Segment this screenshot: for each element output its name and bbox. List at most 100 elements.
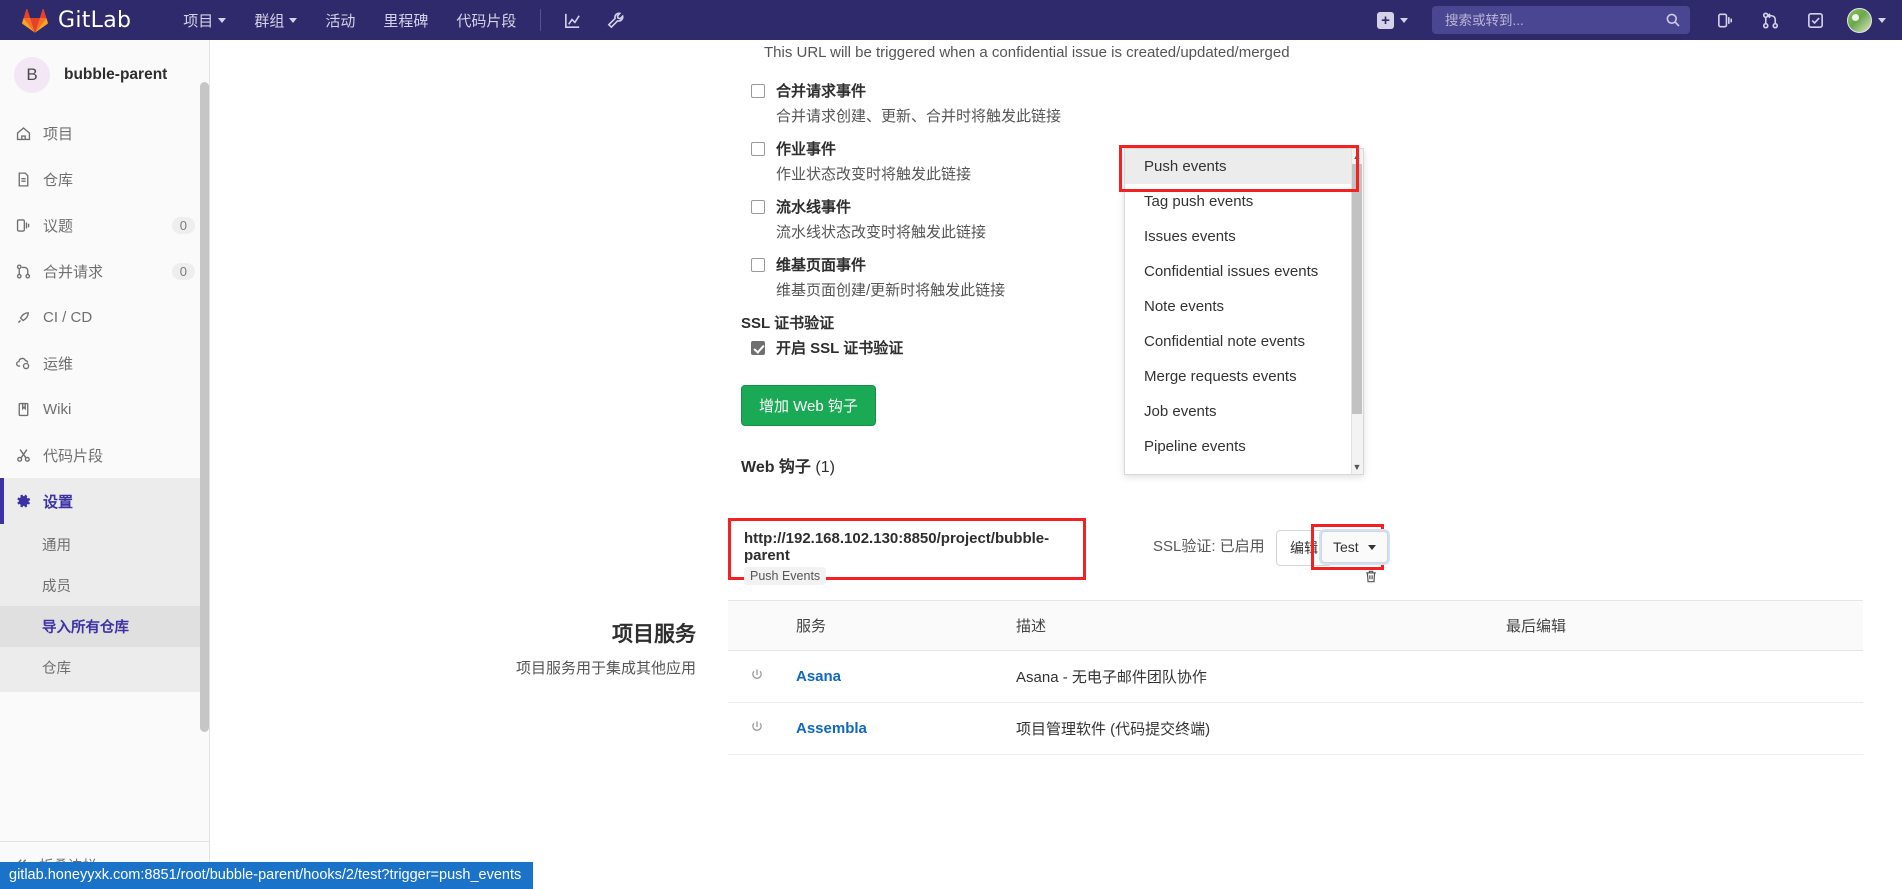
nav-label-projects: 项目 — [183, 12, 214, 30]
column-header-last-edit: 最后编辑 — [1496, 600, 1863, 651]
nav-label-milestones: 里程碑 — [383, 12, 429, 30]
sidebar-item-merge-requests[interactable]: 合并请求 0 — [0, 248, 209, 294]
sidebar-item-snippets[interactable]: 代码片段 — [0, 432, 209, 478]
column-header-description: 描述 — [1006, 600, 1496, 651]
navbar-right-section: + — [1367, 0, 1902, 40]
sidebar-item-ci-cd[interactable]: CI / CD — [0, 294, 209, 340]
caret-up-icon[interactable]: ▲ — [1352, 149, 1362, 163]
sidebar-item-wiki[interactable]: Wiki — [0, 386, 209, 432]
dropdown-item-merge-requests-events[interactable]: Merge requests events — [1125, 359, 1363, 394]
sidebar-item-repository[interactable]: 仓库 — [0, 156, 209, 202]
webhook-entry-highlight: http://192.168.102.130:8850/project/bubb… — [728, 518, 1086, 585]
sidebar-item-issues[interactable]: 议题 0 — [0, 202, 209, 248]
add-webhook-button[interactable]: 增加 Web 钩子 — [741, 385, 876, 426]
table-row[interactable]: Asana Asana - 无电子邮件团队协作 — [728, 650, 1863, 703]
checkbox-wiki-page-events[interactable] — [751, 257, 765, 272]
project-avatar: B — [14, 57, 50, 93]
nav-item-snippets[interactable]: 代码片段 — [442, 0, 530, 40]
trash-icon[interactable] — [1363, 568, 1379, 590]
todos-icon[interactable] — [1794, 0, 1837, 40]
checkbox-enable-ssl-verification[interactable] — [751, 340, 765, 355]
dropdown-item-confidential-issues-events[interactable]: Confidential issues events — [1125, 254, 1363, 289]
submenu-item-members[interactable]: 成员 — [0, 565, 209, 606]
cloud-gear-icon — [14, 354, 32, 372]
project-name: bubble-parent — [64, 66, 168, 83]
nav-item-groups[interactable]: 群组 — [240, 0, 311, 40]
file-icon — [14, 170, 32, 188]
dropdown-item-confidential-note-events[interactable]: Confidential note events — [1125, 324, 1363, 359]
new-item-dropdown[interactable]: + — [1367, 11, 1418, 29]
event-title-wiki: 维基页面事件 — [776, 257, 867, 274]
nav-item-milestones[interactable]: 里程碑 — [369, 0, 442, 40]
home-icon — [14, 124, 32, 142]
nav-label-groups: 群组 — [254, 12, 285, 30]
column-header-service: 服务 — [786, 600, 1006, 651]
rocket-icon — [14, 308, 32, 326]
issues-icon[interactable] — [1704, 0, 1747, 40]
power-icon — [749, 720, 765, 739]
chevron-down-icon — [1367, 544, 1376, 550]
dropdown-scrollbar[interactable]: ▲ ▼ — [1351, 149, 1363, 474]
scissors-icon — [14, 446, 32, 464]
checkbox-merge-requests-events[interactable] — [751, 83, 765, 98]
dropdown-item-tag-push-events[interactable]: Tag push events — [1125, 184, 1363, 219]
event-checkbox-wiki: 维基页面事件 维基页面创建/更新时将触发此链接 — [751, 254, 1005, 300]
nav-item-activity[interactable]: 活动 — [311, 0, 369, 40]
gitlab-logo-link[interactable]: GitLab — [22, 8, 131, 33]
webhook-url[interactable]: http://192.168.102.130:8850/project/bubb… — [731, 521, 1083, 564]
power-icon — [749, 668, 765, 687]
test-events-dropdown-menu: Push events Tag push events Issues event… — [1124, 148, 1364, 475]
project-sidebar: B bubble-parent 项目 仓库 议题 0 合并请求 0 CI / C… — [0, 40, 210, 889]
submenu-item-integrations[interactable]: 导入所有仓库 — [0, 606, 209, 647]
service-last-edit-asana — [1496, 650, 1863, 703]
search-container — [1432, 6, 1690, 34]
main-content: This URL will be triggered when a confid… — [211, 40, 1902, 889]
search-input[interactable] — [1432, 6, 1690, 34]
browser-status-bar: gitlab.honeyyxk.com:8851/root/bubble-par… — [0, 862, 534, 889]
service-link-assembla[interactable]: Assembla — [796, 720, 867, 737]
column-header-icon — [728, 600, 786, 651]
chevron-down-icon — [289, 17, 298, 23]
sidebar-item-operations[interactable]: 运维 — [0, 340, 209, 386]
table-row[interactable]: Assembla 项目管理软件 (代码提交终端) — [728, 702, 1863, 755]
event-desc-wiki: 维基页面创建/更新时将触发此链接 — [776, 282, 1006, 299]
issues-icon — [14, 216, 32, 234]
user-menu[interactable] — [1839, 7, 1886, 33]
dropdown-item-issues-events[interactable]: Issues events — [1125, 219, 1363, 254]
checkbox-pipeline-events[interactable] — [751, 199, 765, 214]
submenu-item-general[interactable]: 通用 — [0, 524, 209, 565]
analytics-icon[interactable] — [551, 0, 594, 40]
service-desc-asana: Asana - 无电子邮件团队协作 — [1006, 650, 1496, 703]
dropdown-item-job-events[interactable]: Job events — [1125, 394, 1363, 429]
submenu-item-repository[interactable]: 仓库 — [0, 647, 209, 688]
sidebar-scrollbar[interactable] — [200, 82, 209, 732]
service-last-edit-assembla — [1496, 702, 1863, 755]
sidebar-item-project[interactable]: 项目 — [0, 110, 209, 156]
merge-requests-icon[interactable] — [1749, 0, 1792, 40]
nav-item-projects[interactable]: 项目 — [169, 0, 240, 40]
sidebar-label-issues: 议题 — [43, 217, 74, 235]
chevron-down-icon — [218, 17, 227, 23]
event-checkbox-jobs: 作业事件 作业状态改变时将触发此链接 — [751, 138, 971, 184]
caret-down-icon[interactable]: ▼ — [1352, 460, 1362, 474]
confidential-url-note: This URL will be triggered when a confid… — [764, 44, 1290, 61]
event-desc-merge-requests: 合并请求创建、更新、合并时将触发此链接 — [776, 108, 1062, 125]
dropdown-item-pipeline-events[interactable]: Pipeline events — [1125, 429, 1363, 464]
event-checkbox-pipeline: 流水线事件 流水线状态改变时将触发此链接 — [751, 196, 986, 242]
checkbox-job-events[interactable] — [751, 141, 765, 156]
service-link-asana[interactable]: Asana — [796, 668, 841, 685]
sidebar-label-ci-cd: CI / CD — [43, 308, 93, 326]
sidebar-item-settings[interactable]: 设置 — [0, 478, 209, 524]
dropdown-item-note-events[interactable]: Note events — [1125, 289, 1363, 324]
sidebar-label-project: 项目 — [43, 125, 74, 143]
ssl-section-title: SSL 证书验证 — [741, 315, 835, 332]
primary-nav: 项目 群组 活动 里程碑 代码片段 — [169, 0, 637, 40]
event-title-jobs: 作业事件 — [776, 141, 837, 158]
test-webhook-dropdown-button[interactable]: Test — [1321, 531, 1388, 563]
dropdown-item-push-events[interactable]: Push events — [1125, 149, 1363, 184]
wrench-icon[interactable] — [594, 0, 637, 40]
nav-divider — [540, 9, 542, 31]
service-desc-assembla: 项目管理软件 (代码提交终端) — [1006, 702, 1496, 755]
sidebar-project-header[interactable]: B bubble-parent — [0, 40, 209, 110]
dropdown-scroll-thumb[interactable] — [1352, 164, 1362, 414]
